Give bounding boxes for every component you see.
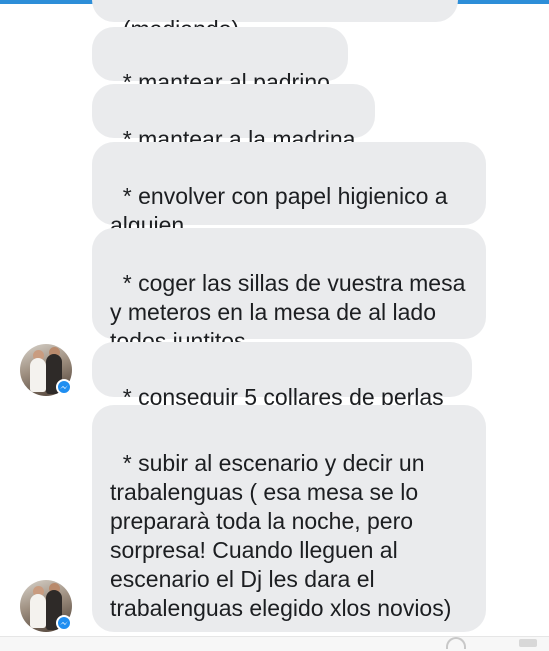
message-bubble: * conseguir 5 collares de perlas [92, 342, 472, 410]
like-icon[interactable] [519, 639, 537, 647]
avatar-figure [30, 594, 46, 628]
message-bubble: * coger las sillas de vuestra mesa y met… [92, 228, 486, 354]
message-bubble: * subir al escenario y decir un trabalen… [92, 405, 486, 632]
message-bubble-partial: (madiando) [92, 0, 458, 42]
composer-edge [0, 636, 549, 651]
avatar-figure [30, 358, 46, 392]
messenger-icon [56, 615, 72, 631]
messenger-icon [56, 379, 72, 395]
message-bubble: * mantear al padrino [92, 27, 348, 95]
message-bubble: * envolver con papel higienico a alguien [92, 142, 486, 238]
message-bubble: * mantear a la madrina [92, 84, 375, 152]
message-text: * subir al escenario y decir un trabalen… [110, 450, 452, 621]
